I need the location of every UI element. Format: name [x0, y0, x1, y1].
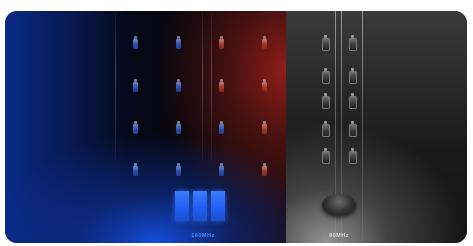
bandwidth-comparison-card: 160MHz 80MHz — [5, 11, 467, 243]
lane-divider — [362, 11, 363, 243]
antenna-icon — [262, 79, 267, 92]
lane-divider — [202, 11, 203, 161]
antenna-icon — [133, 79, 138, 92]
antenna-icon — [349, 121, 357, 137]
antenna-icon — [133, 163, 138, 176]
panel-80mhz: 80MHz — [286, 11, 467, 243]
antenna-icon — [133, 36, 138, 49]
panel-160mhz: 160MHz — [5, 11, 286, 243]
lane-divider — [211, 11, 212, 161]
antenna-icon — [219, 79, 224, 92]
antenna-icon — [176, 163, 181, 176]
channel-bar — [175, 191, 189, 221]
antenna-icon — [219, 36, 224, 49]
antenna-icon — [349, 148, 357, 164]
router-puck-icon — [322, 194, 356, 216]
channel-bars-icon — [175, 191, 225, 221]
antenna-icon — [322, 121, 330, 137]
antenna-icon — [262, 163, 267, 176]
antenna-icon — [219, 121, 224, 134]
antenna-icon — [176, 79, 181, 92]
label-160mhz: 160MHz — [191, 233, 215, 239]
channel-bar — [211, 191, 225, 221]
antenna-icon — [262, 121, 267, 134]
antenna-icon — [262, 36, 267, 49]
channel-bar — [193, 191, 207, 221]
antenna-icon — [349, 35, 357, 51]
antenna-icon — [322, 68, 330, 84]
antenna-icon — [176, 121, 181, 134]
antenna-icon — [349, 68, 357, 84]
antenna-icon — [219, 163, 224, 176]
antenna-icon — [322, 93, 330, 109]
antenna-icon — [322, 148, 330, 164]
label-80mhz: 80MHz — [329, 233, 349, 239]
antenna-icon — [322, 35, 330, 51]
lane-divider — [115, 11, 116, 161]
antenna-icon — [349, 93, 357, 109]
antenna-icon — [176, 36, 181, 49]
antenna-icon — [133, 121, 138, 134]
